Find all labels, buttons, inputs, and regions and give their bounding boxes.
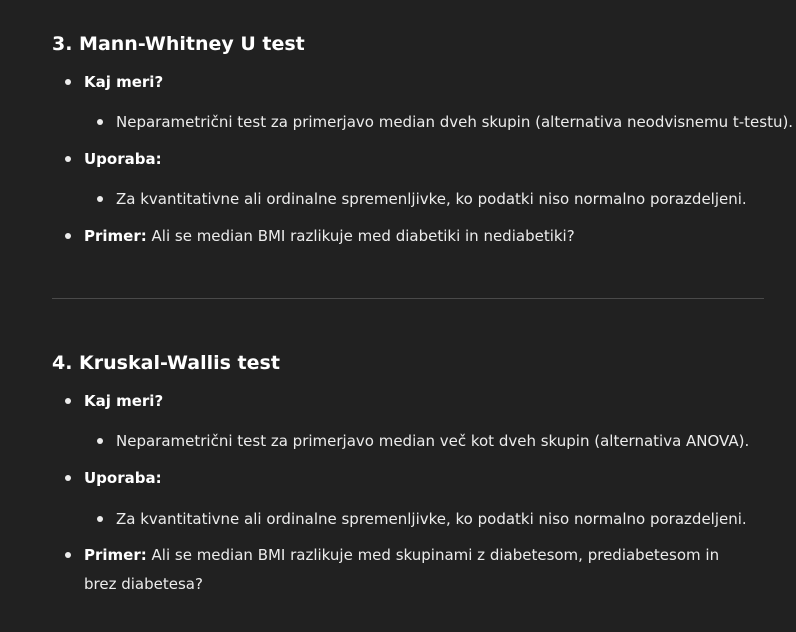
item-label: Uporaba: <box>84 469 162 487</box>
list-item-sub: Za kvantitativne ali ordinalne spremenlj… <box>97 188 747 210</box>
bullet-icon <box>65 398 71 404</box>
item-label: Primer: <box>84 546 147 564</box>
list-item-sub: Neparametrični test za primerjavo median… <box>97 111 794 133</box>
bullet-icon <box>97 196 103 202</box>
item-text: Neparametrični test za primerjavo median… <box>116 432 750 450</box>
list-item-sub: Za kvantitativne ali ordinalne spremenlj… <box>97 508 747 530</box>
item-label: Kaj meri? <box>84 392 164 410</box>
bullet-icon <box>65 552 71 558</box>
item-label: Uporaba: <box>84 150 162 168</box>
bullet-icon <box>65 79 71 85</box>
list-item-sub: Neparametrični test za primerjavo median… <box>97 430 750 452</box>
item-text: Ali se median BMI razlikuje med diabetik… <box>151 227 575 245</box>
item-label: Primer: <box>84 227 147 245</box>
item-text: Neparametrični test za primerjavo median… <box>116 113 794 131</box>
item-text: Za kvantitativne ali ordinalne spremenlj… <box>116 510 747 528</box>
section-heading-kruskal-wallis: 4. Kruskal-Wallis test <box>52 352 280 374</box>
list-item-example: Primer: Ali se median BMI razlikuje med … <box>65 541 724 599</box>
bullet-icon <box>65 475 71 481</box>
bullet-icon <box>97 119 103 125</box>
list-item-what-it-measures: Kaj meri? <box>65 390 164 412</box>
section-divider <box>52 298 764 299</box>
item-text: Za kvantitativne ali ordinalne spremenlj… <box>116 190 747 208</box>
bullet-icon <box>97 516 103 522</box>
item-text: Ali se median BMI razlikuje med skupinam… <box>84 546 720 593</box>
list-item-usage: Uporaba: <box>65 148 162 170</box>
list-item-example: Primer: Ali se median BMI razlikuje med … <box>65 225 575 247</box>
list-item-what-it-measures: Kaj meri? <box>65 71 164 93</box>
section-heading-mann-whitney: 3. Mann-Whitney U test <box>52 33 305 55</box>
bullet-icon <box>97 438 103 444</box>
bullet-icon <box>65 233 71 239</box>
item-label: Kaj meri? <box>84 73 164 91</box>
list-item-usage: Uporaba: <box>65 467 162 489</box>
bullet-icon <box>65 156 71 162</box>
